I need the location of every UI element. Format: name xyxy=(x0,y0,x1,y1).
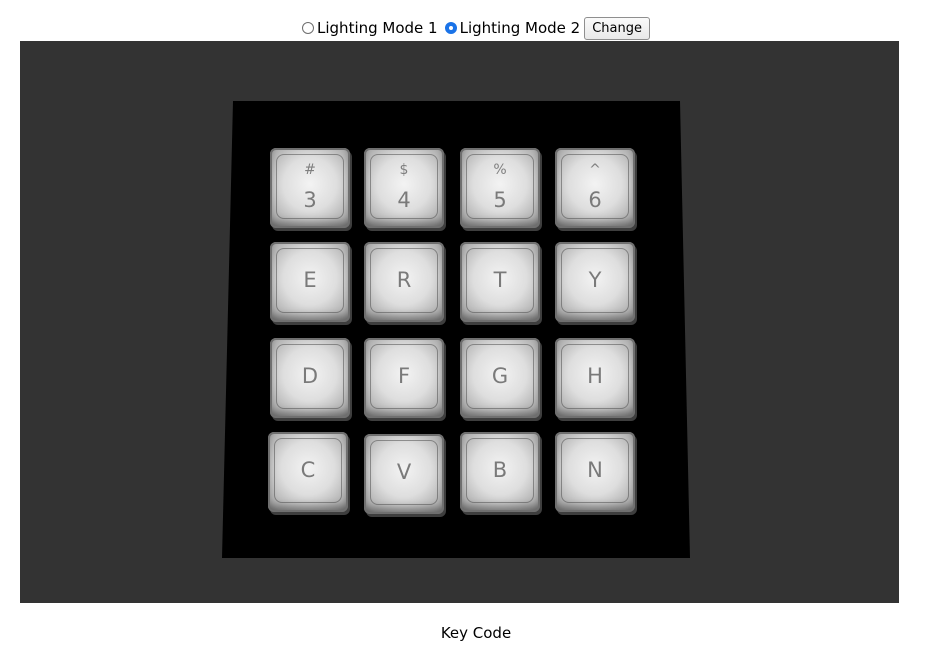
lighting-mode-controls: Lighting Mode 1 Lighting Mode 2 Change xyxy=(0,14,952,42)
lighting-mode-1-label: Lighting Mode 1 xyxy=(317,19,438,37)
key-v-legend: V xyxy=(396,460,412,484)
key-g-legend: G xyxy=(491,364,509,388)
key-c-legend: C xyxy=(300,458,316,482)
key-4-legend: 4 xyxy=(397,188,411,212)
key-3-legend: 3 xyxy=(303,188,317,212)
key-6[interactable]: ^ 6 xyxy=(555,148,635,228)
key-n-legend: N xyxy=(587,458,603,482)
lighting-mode-1-option[interactable]: Lighting Mode 1 xyxy=(302,19,438,37)
key-6-shift-legend: ^ xyxy=(589,162,601,178)
key-6-legend: 6 xyxy=(588,188,602,212)
key-v[interactable]: V xyxy=(364,434,444,514)
keyboard-3d-viewport[interactable]: # 3 $ 4 % 5 ^ 6 E R T Y D F G H C V B N xyxy=(20,41,899,603)
key-f-legend: F xyxy=(397,364,411,388)
key-e[interactable]: E xyxy=(270,242,350,322)
key-4[interactable]: $ 4 xyxy=(364,148,444,228)
lighting-mode-2-radio[interactable] xyxy=(444,22,457,34)
key-n[interactable]: N xyxy=(555,432,635,512)
key-4-shift-legend: $ xyxy=(399,162,409,178)
key-c[interactable]: C xyxy=(268,432,348,512)
change-button[interactable]: Change xyxy=(584,16,650,40)
lighting-mode-1-radio[interactable] xyxy=(302,22,315,34)
key-t-legend: T xyxy=(493,268,507,292)
key-d[interactable]: D xyxy=(270,338,350,418)
key-code-label: Key Code xyxy=(440,624,512,642)
key-b[interactable]: B xyxy=(460,432,540,512)
key-5-legend: 5 xyxy=(493,188,507,212)
key-g[interactable]: G xyxy=(460,338,540,418)
key-5-shift-legend: % xyxy=(493,162,507,178)
key-5[interactable]: % 5 xyxy=(460,148,540,228)
key-h-legend: H xyxy=(587,364,603,388)
keyboard-plate: # 3 $ 4 % 5 ^ 6 E R T Y D F G H C V B N xyxy=(222,101,690,558)
key-r-legend: R xyxy=(396,268,412,292)
key-b-legend: B xyxy=(492,458,508,482)
key-y[interactable]: Y xyxy=(555,242,635,322)
key-d-legend: D xyxy=(301,364,319,388)
lighting-mode-2-label: Lighting Mode 2 xyxy=(459,19,581,37)
key-y-legend: Y xyxy=(588,268,602,292)
key-r[interactable]: R xyxy=(364,242,444,322)
key-t[interactable]: T xyxy=(460,242,540,322)
key-3-shift-legend: # xyxy=(304,162,316,178)
lighting-mode-2-option[interactable]: Lighting Mode 2 xyxy=(444,19,581,37)
key-f[interactable]: F xyxy=(364,338,444,418)
key-3[interactable]: # 3 xyxy=(270,148,350,228)
key-h[interactable]: H xyxy=(555,338,635,418)
key-e-legend: E xyxy=(303,268,317,292)
